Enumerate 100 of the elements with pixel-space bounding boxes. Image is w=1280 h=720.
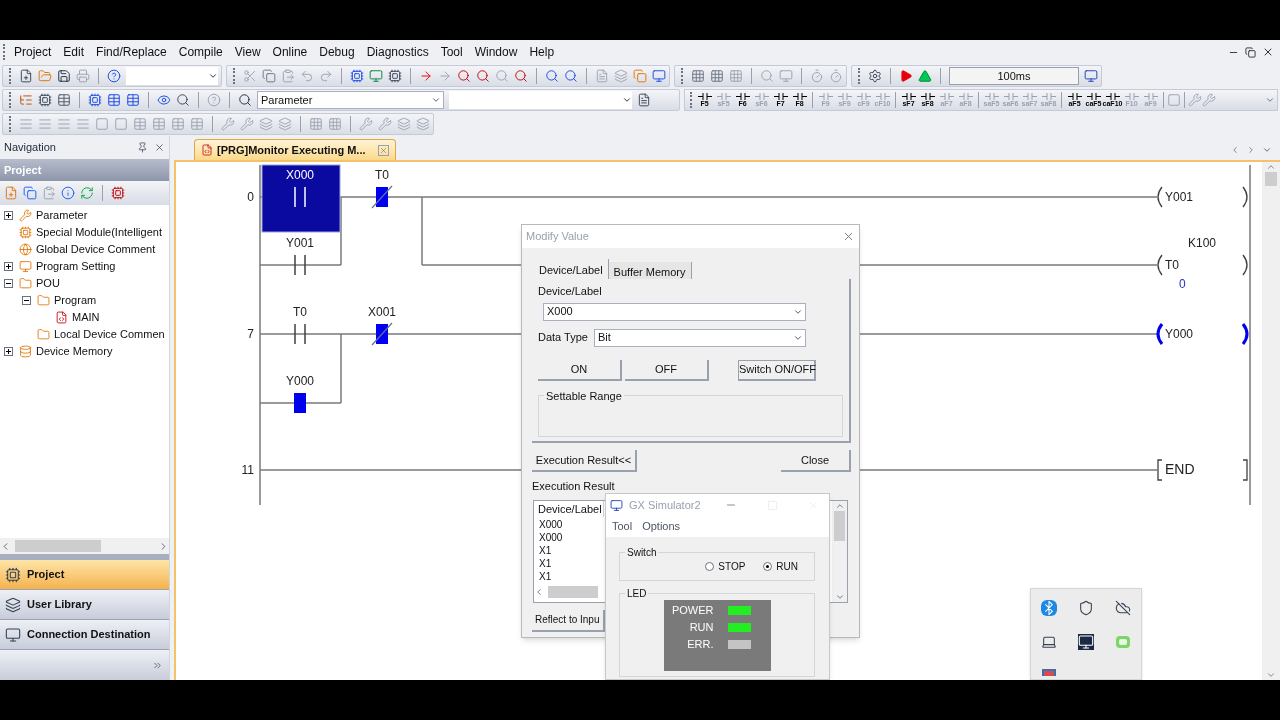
data-type-dropdown[interactable]: Bit: [594, 328, 806, 347]
close-button[interactable]: Close: [781, 450, 851, 472]
scroll-left-icon[interactable]: [1230, 145, 1240, 155]
search-icon[interactable]: [457, 69, 471, 83]
wrench-icon[interactable]: [378, 117, 392, 131]
editor-tab[interactable]: [PRG]Monitor Executing M...: [194, 139, 396, 160]
column-header[interactable]: Device/Label: [534, 500, 604, 518]
shield-icon[interactable]: [1078, 600, 1094, 616]
device-icon[interactable]: [88, 93, 102, 107]
program-icon[interactable]: [201, 144, 213, 156]
expand-toggle[interactable]: [4, 262, 13, 271]
radio-button[interactable]: [763, 562, 773, 571]
layers-icon[interactable]: [614, 69, 628, 83]
tree-item[interactable]: Device Memory: [36, 343, 113, 360]
scroll-right-icon[interactable]: [1246, 145, 1256, 155]
menu-item[interactable]: Find/Replace: [90, 43, 173, 61]
search-icon[interactable]: [238, 93, 252, 107]
menu-item[interactable]: Help: [523, 43, 561, 61]
item-icon[interactable]: [19, 209, 32, 222]
paste-icon[interactable]: [281, 69, 295, 83]
info-icon[interactable]: [61, 186, 75, 200]
item-icon[interactable]: [19, 345, 32, 358]
folder-icon[interactable]: [37, 294, 50, 307]
dropdown-icon[interactable]: [431, 95, 441, 105]
wrench-icon[interactable]: [221, 117, 235, 131]
reflect-button[interactable]: Reflect to Inpu: [532, 609, 605, 632]
chip-icon[interactable]: [38, 93, 52, 107]
cloud-off-icon[interactable]: [1114, 600, 1131, 616]
value-button[interactable]: OFF: [625, 359, 709, 381]
value-button[interactable]: Switch ON/OFF: [738, 359, 816, 381]
open-folder-icon[interactable]: [38, 69, 52, 83]
tree-item[interactable]: Program Setting: [36, 258, 116, 275]
restore-icon[interactable]: [1245, 46, 1256, 58]
dropdown-field[interactable]: [449, 91, 632, 109]
scroll-down-icon[interactable]: [1266, 670, 1276, 680]
device-icon[interactable]: [388, 69, 402, 83]
value-button[interactable]: ON: [538, 359, 622, 381]
tab-list-icon[interactable]: [1262, 145, 1272, 155]
run-icon[interactable]: [899, 69, 913, 83]
cut-icon[interactable]: [243, 69, 257, 83]
navigation-button[interactable]: Project: [0, 560, 169, 590]
wrench-icon[interactable]: [240, 117, 254, 131]
paste-icon[interactable]: [42, 186, 56, 200]
expand-toggle[interactable]: [4, 347, 13, 356]
bluetooth-icon[interactable]: [1041, 600, 1058, 616]
menu-item[interactable]: Tool: [612, 518, 633, 535]
gear-icon[interactable]: [868, 69, 882, 83]
new-file-icon[interactable]: [19, 69, 33, 83]
eye-icon[interactable]: [157, 93, 171, 107]
search-icon[interactable]: [545, 69, 559, 83]
menu-item[interactable]: Options: [642, 518, 681, 535]
dropdown-icon[interactable]: [622, 95, 632, 105]
device-icon[interactable]: [350, 69, 364, 83]
menu-item[interactable]: Edit: [57, 43, 91, 61]
menu-item[interactable]: Project: [8, 43, 58, 61]
copy-icon[interactable]: [23, 186, 37, 200]
menu-item[interactable]: Diagnostics: [360, 43, 435, 61]
monitor-icon[interactable]: [1078, 634, 1094, 650]
grid-icon[interactable]: [309, 117, 323, 131]
menu-item[interactable]: Tool: [434, 43, 469, 61]
menu-item[interactable]: Window: [468, 43, 524, 61]
layers-icon[interactable]: [278, 117, 292, 131]
app-icon[interactable]: [610, 498, 623, 512]
scroll-up-icon[interactable]: [1266, 162, 1276, 172]
tree-item[interactable]: Parameter: [36, 207, 88, 224]
tree-item[interactable]: Program: [54, 292, 97, 309]
copy-icon[interactable]: [262, 69, 276, 83]
tree-item[interactable]: MAIN: [72, 309, 100, 326]
wrench-icon[interactable]: [1202, 93, 1216, 107]
device-dropdown[interactable]: Parameter: [257, 91, 444, 109]
module-icon[interactable]: [5, 566, 21, 583]
interval-field[interactable]: 100ms: [949, 67, 1079, 85]
redo-icon[interactable]: [319, 69, 333, 83]
save-icon[interactable]: [57, 69, 71, 83]
layers-icon[interactable]: [397, 117, 411, 131]
collapse-toggle[interactable]: [4, 279, 13, 288]
new-item-icon[interactable]: [4, 186, 18, 200]
layers-icon[interactable]: [416, 117, 430, 131]
folder-icon[interactable]: [37, 328, 50, 341]
block-icon[interactable]: [1167, 93, 1181, 107]
document-icon[interactable]: [595, 69, 609, 83]
monitor-icon[interactable]: [5, 626, 21, 643]
block-icon[interactable]: [95, 117, 109, 131]
execution-result-button[interactable]: Execution Result<<: [532, 450, 637, 472]
folder-icon[interactable]: [19, 277, 32, 290]
table-icon[interactable]: [126, 93, 140, 107]
search-icon[interactable]: [176, 93, 190, 107]
program-icon[interactable]: [55, 311, 68, 324]
navigation-button[interactable]: User Library: [0, 590, 169, 620]
laptop-icon[interactable]: [1041, 634, 1058, 650]
printer-icon[interactable]: [76, 69, 90, 83]
item-icon[interactable]: [19, 243, 32, 256]
scrollbar-thumb[interactable]: [1265, 172, 1277, 186]
navigation-button[interactable]: Connection Destination: [0, 620, 169, 650]
help-icon[interactable]: [207, 93, 221, 107]
radio-button[interactable]: [705, 562, 715, 571]
layers-icon[interactable]: [259, 117, 273, 131]
undo-icon[interactable]: [300, 69, 314, 83]
menu-item[interactable]: View: [228, 43, 267, 61]
dropdown-icon[interactable]: [208, 71, 218, 81]
